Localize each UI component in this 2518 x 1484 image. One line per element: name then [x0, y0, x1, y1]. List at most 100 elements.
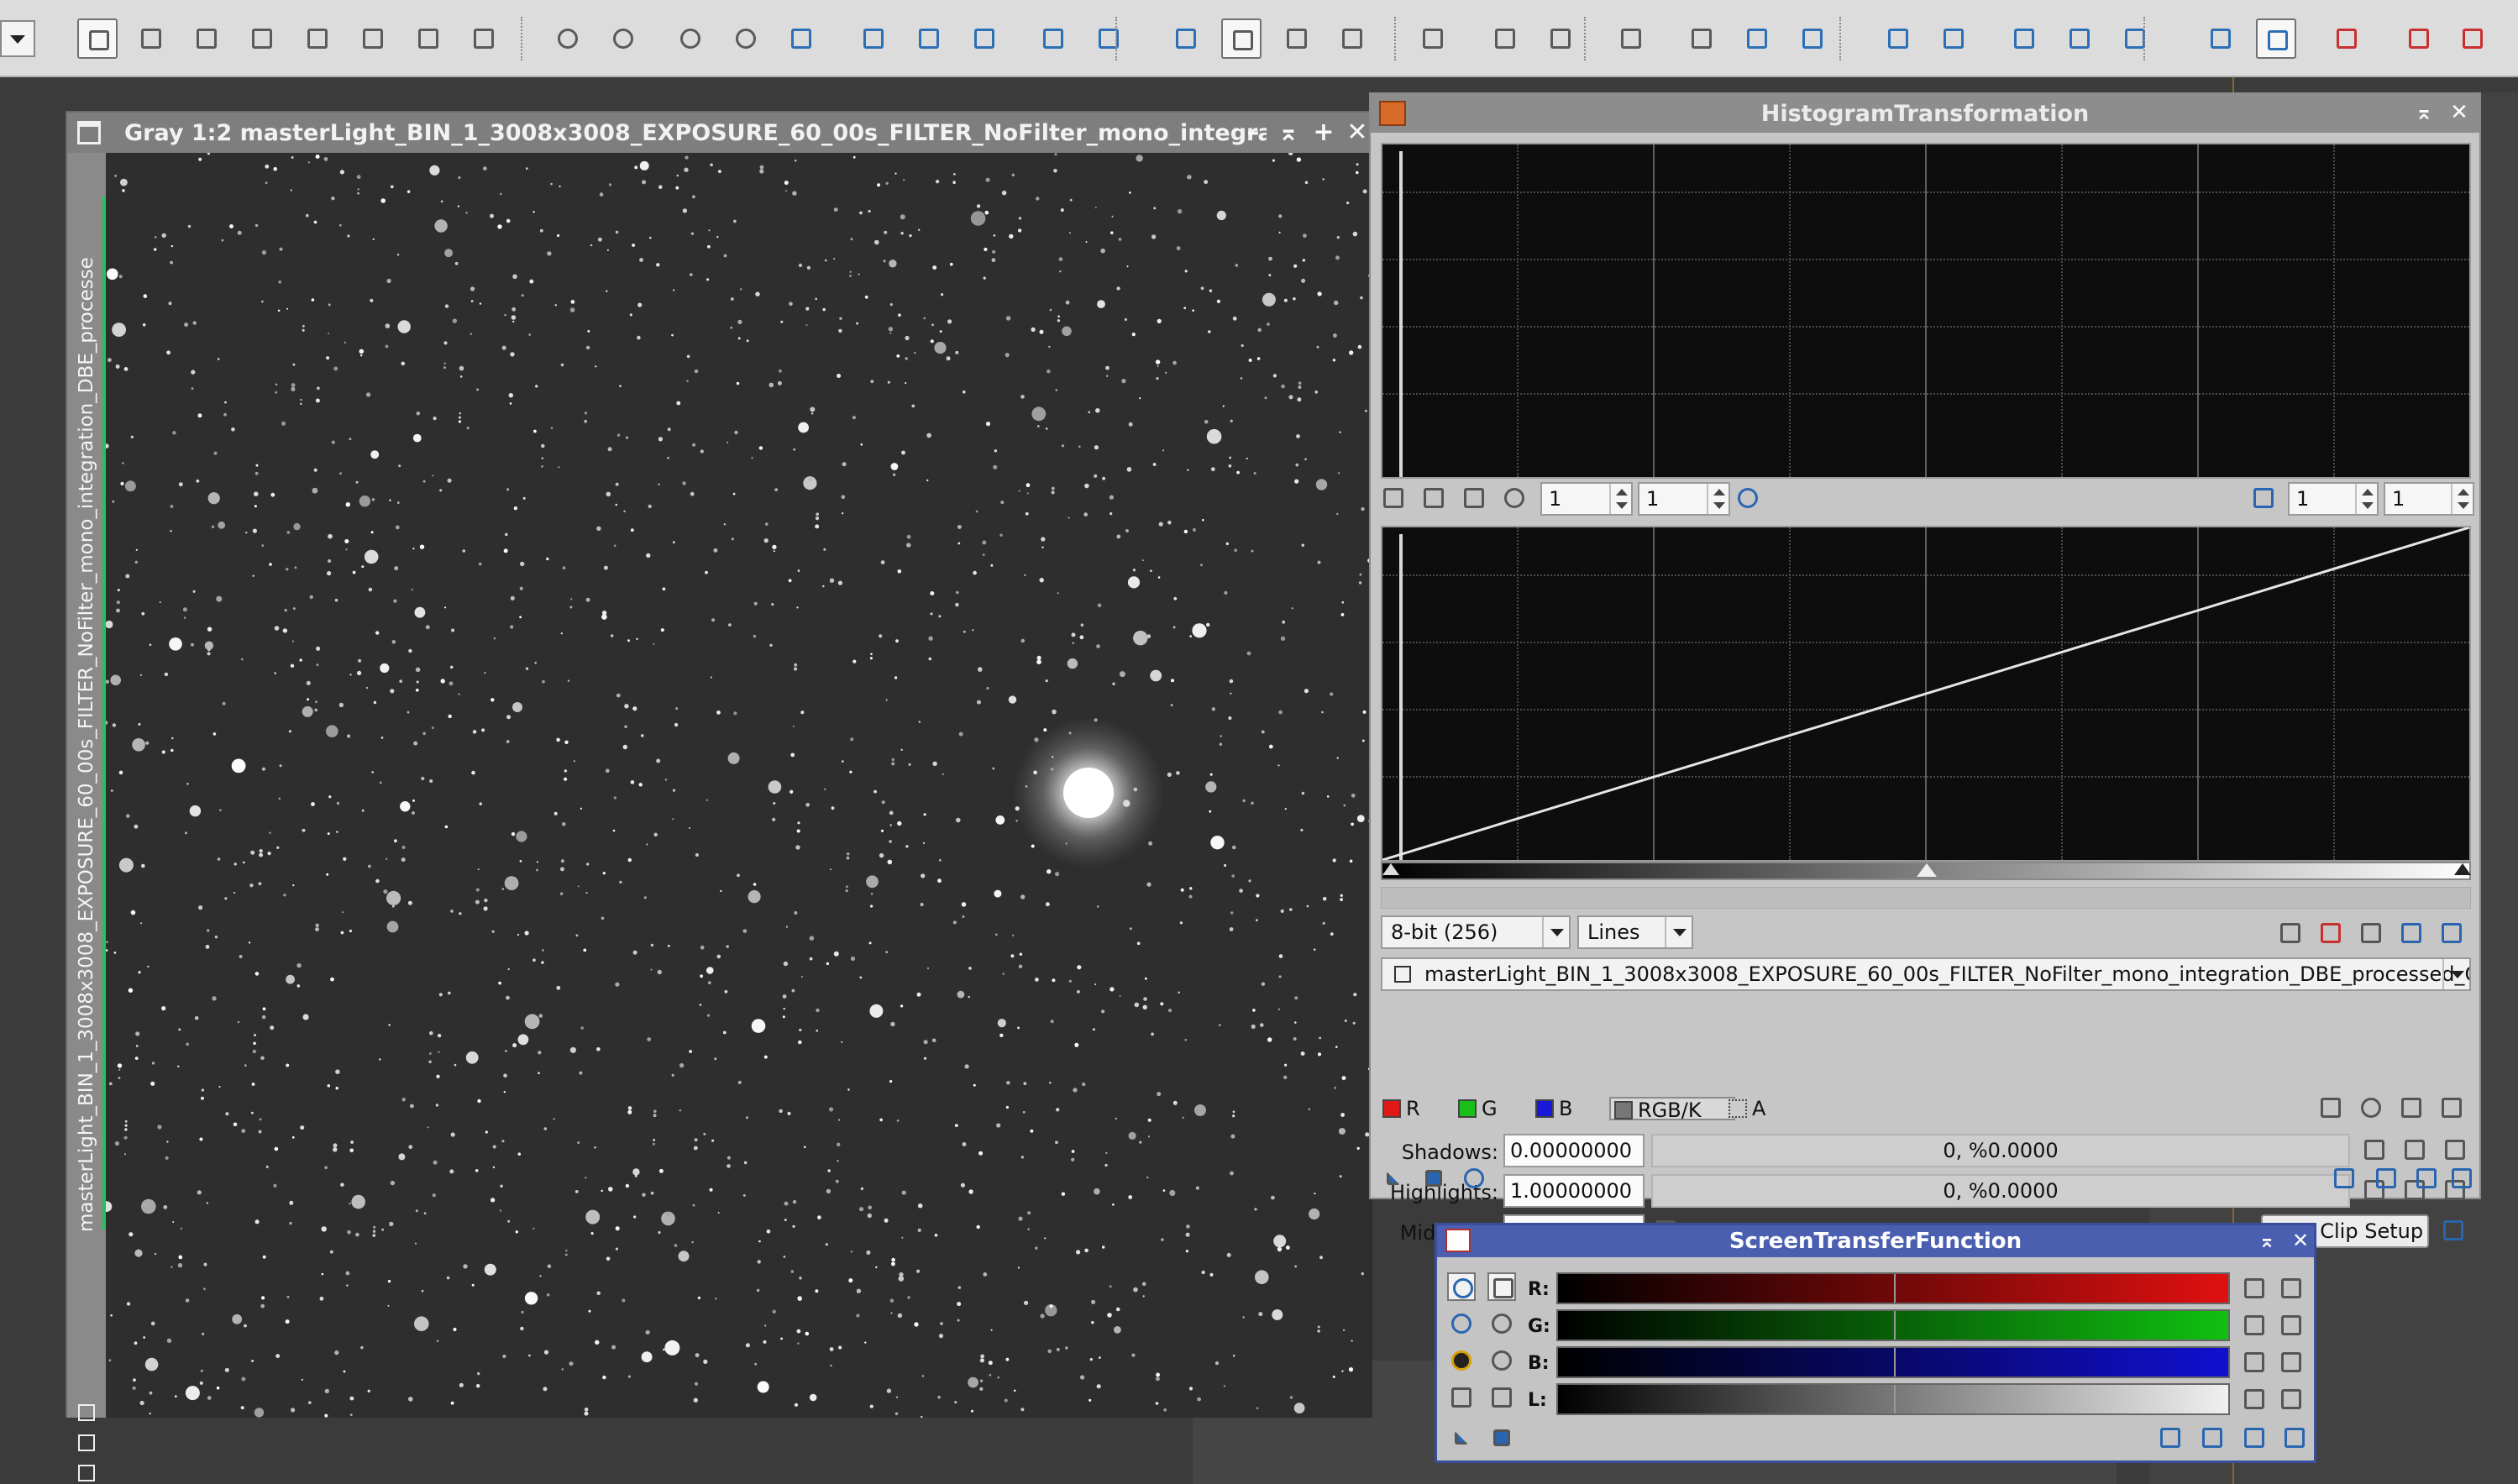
icon-set-2-button[interactable] — [1737, 18, 1777, 59]
reset-g-icon[interactable] — [2240, 1311, 2269, 1340]
window-icon-1-button[interactable] — [1878, 18, 1918, 59]
zoom-in-button[interactable] — [548, 18, 588, 59]
shadows-reset-icon[interactable] — [2441, 1135, 2469, 1164]
minimize-button[interactable]: – — [1240, 119, 1267, 146]
new-preview-button[interactable] — [853, 18, 894, 59]
reset-process-icon[interactable] — [2280, 1424, 2309, 1452]
midtones-marker[interactable] — [1894, 1348, 1896, 1377]
real-time-preview-icon[interactable] — [1460, 1164, 1488, 1193]
auto-stretch-icon[interactable] — [1447, 1346, 1476, 1375]
midtones-slider[interactable] — [1917, 863, 1937, 877]
shadows-input[interactable]: 0.00000000 — [1503, 1134, 1645, 1167]
histogram-titlebar[interactable]: HistogramTransformation ⌅ ✕ — [1371, 94, 2479, 133]
histogram-slider-bar[interactable] — [1381, 862, 2471, 880]
midtones-marker[interactable] — [1894, 1311, 1896, 1340]
zoom-fit-icon[interactable] — [1460, 484, 1488, 512]
stf-disable-button[interactable] — [2399, 18, 2439, 59]
duplicate-image-button[interactable] — [1221, 18, 1262, 59]
monitor-button[interactable] — [2201, 18, 2241, 59]
apply-check-icon[interactable] — [2412, 1164, 2441, 1193]
toolbar-dropdown[interactable] — [0, 20, 35, 57]
window-icon-5-button[interactable] — [2115, 18, 2155, 59]
preview-icon[interactable] — [2330, 1164, 2358, 1193]
highlights-slider[interactable] — [2454, 863, 2471, 875]
channel-rgbk[interactable]: RGB/K — [1609, 1097, 1735, 1122]
icon-set-1-button[interactable] — [1681, 18, 1722, 59]
zoom-1-1-button[interactable] — [670, 18, 711, 59]
pointer-icon[interactable] — [1487, 1272, 1516, 1301]
midtones-marker[interactable] — [1894, 1385, 1896, 1413]
shadows-auto-clip-icon[interactable] — [2360, 1135, 2389, 1164]
stf-b-slider[interactable] — [1556, 1346, 2230, 1378]
channel-histogram-icon[interactable] — [2357, 919, 2385, 947]
reset-all-icon[interactable] — [2437, 1093, 2466, 1122]
histogram-transformation-window[interactable]: HistogramTransformation ⌅ ✕ 1 1 1 1 8-bi… — [1369, 92, 2481, 1248]
window-fit-button[interactable] — [1033, 18, 1073, 59]
curve-icon[interactable] — [2397, 919, 2426, 947]
import-button[interactable] — [1485, 18, 1525, 59]
maximize-button[interactable]: + — [1310, 119, 1337, 146]
zoom-fit-button[interactable] — [726, 18, 766, 59]
view-tab-label[interactable]: masterLight_BIN_1_3008x3008_EXPOSURE_60_… — [72, 258, 101, 1232]
horizontal-arrows-icon[interactable] — [1487, 1383, 1516, 1412]
grid-icon[interactable] — [2437, 919, 2466, 947]
shadows-slider[interactable] — [1382, 863, 1399, 875]
new-instance-icon[interactable] — [1379, 1164, 1408, 1193]
star-field-image[interactable] — [106, 153, 1372, 1418]
apply-global-icon[interactable] — [1419, 1164, 1448, 1193]
fit-icon[interactable] — [78, 1434, 95, 1451]
split-button[interactable] — [353, 18, 393, 59]
output-zoom-y[interactable]: 1 — [2384, 482, 2474, 516]
shade-button[interactable]: ⌅ — [1275, 119, 1302, 146]
channel-g[interactable]: G — [1458, 1097, 1498, 1120]
monitor-icon[interactable] — [2277, 1385, 2306, 1413]
window-icon-2-button[interactable] — [1933, 18, 1974, 59]
documentation-icon[interactable] — [2372, 1164, 2400, 1193]
clone-icon[interactable] — [78, 1465, 95, 1481]
close-image-button[interactable] — [1332, 18, 1372, 59]
documentation-icon[interactable] — [2198, 1424, 2227, 1452]
reset-preview-button[interactable] — [964, 18, 1005, 59]
zoom-icon[interactable] — [1447, 1309, 1476, 1338]
apply-check-icon[interactable] — [2240, 1424, 2269, 1452]
zoom-icon[interactable] — [1734, 484, 1762, 512]
window-icon-4-button[interactable] — [2059, 18, 2100, 59]
new-instance-icon[interactable] — [1447, 1424, 1476, 1452]
select-arrow-button[interactable] — [464, 18, 504, 59]
window-icon-3-button[interactable] — [2004, 18, 2044, 59]
screen-transfer-function-window[interactable]: ScreenTransferFunction ⌅ ✕ R: G: B: L: — [1435, 1223, 2316, 1463]
stf-24bit-button[interactable] — [2256, 18, 2296, 59]
reset-b-icon[interactable] — [2240, 1348, 2269, 1377]
stf-reset-button[interactable] — [2452, 18, 2493, 59]
zoom-out-button[interactable] — [603, 18, 643, 59]
zoom-out-icon[interactable] — [1487, 1346, 1516, 1375]
channel-alpha[interactable]: A — [1729, 1097, 1765, 1120]
rgb-histogram-icon[interactable] — [2316, 919, 2345, 947]
pan-mode-button[interactable] — [77, 18, 118, 59]
window-maximize-button[interactable] — [1089, 18, 1129, 59]
reset-process-icon[interactable] — [2447, 1164, 2476, 1193]
channel-b[interactable]: B — [1535, 1097, 1572, 1120]
shade-button[interactable]: ⌅ — [2253, 1227, 2280, 1254]
image-window-titlebar[interactable]: Gray 1:2 masterLight_BIN_1_3008x3008_EXP… — [67, 113, 1371, 153]
pan-icon[interactable] — [1379, 484, 1408, 512]
highlights-input[interactable]: 1.00000000 — [1503, 1174, 1645, 1208]
stf-link-button[interactable] — [2327, 18, 2367, 59]
auto-clip-icon[interactable] — [2357, 1093, 2385, 1122]
close-button[interactable]: ✕ — [2446, 99, 2473, 126]
close-button[interactable]: ✕ — [2287, 1227, 2314, 1254]
preview-icon[interactable] — [2156, 1424, 2185, 1452]
link-channels-icon[interactable] — [1447, 1272, 1476, 1301]
double-chevron-down-icon[interactable] — [2249, 484, 2278, 512]
wrench-icon[interactable] — [1447, 1383, 1476, 1412]
log-graph-icon[interactable] — [2276, 919, 2305, 947]
export-button[interactable] — [1540, 18, 1581, 59]
fit-icon[interactable] — [1419, 484, 1448, 512]
zoom-box-button[interactable] — [781, 18, 821, 59]
shade-button[interactable]: ⌅ — [2410, 99, 2437, 126]
stf-r-slider[interactable] — [1556, 1272, 2230, 1304]
input-histogram-panel[interactable] — [1381, 143, 2471, 479]
readout-button[interactable] — [1413, 18, 1453, 59]
auto-g-icon[interactable] — [2277, 1311, 2306, 1340]
stf-g-slider[interactable] — [1556, 1309, 2230, 1341]
